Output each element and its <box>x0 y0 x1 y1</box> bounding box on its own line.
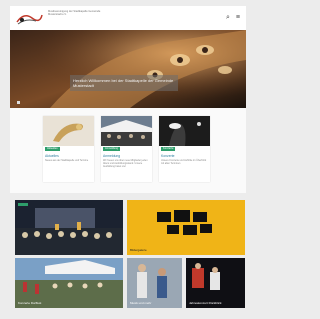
gallery-tile-2[interactable]: Bildergalerie <box>127 200 245 255</box>
page: Musikvereinigung der Stadtkapelle Gemein… <box>0 0 262 319</box>
hero-image <box>10 30 246 108</box>
site-logo[interactable] <box>14 10 44 26</box>
card-title[interactable]: Aktuelles <box>45 154 59 158</box>
gallery-tile-5[interactable]: Jahreskonzert Rückblick <box>186 258 245 308</box>
card-aktuelles[interactable]: Aktuelles Aktuelles Neues aus der Stadtk… <box>43 116 94 182</box>
saxophone-image <box>43 116 94 146</box>
card-text: Wir freuen uns über neue Mitglieder jede… <box>103 159 148 168</box>
site-name: Musikvereinigung der Stadtkapelle Gemein… <box>48 10 101 17</box>
card-anmeldung[interactable]: Anmeldung Anmeldung Wir freuen uns über … <box>101 116 152 182</box>
tent-event-image <box>101 116 152 146</box>
card-tag: Aktuelles <box>45 147 60 151</box>
card-title[interactable]: Konzerte <box>161 154 175 158</box>
hero-banner <box>10 30 246 108</box>
card-tag: Konzerte <box>161 147 176 151</box>
tile-tag <box>18 203 28 206</box>
feature-cards: Aktuelles Aktuelles Neues aus der Stadtk… <box>10 108 246 193</box>
card-tag: Anmeldung <box>103 147 121 151</box>
gallery-tile-1[interactable] <box>15 200 123 255</box>
tile-label: Musik und mehr <box>130 301 152 305</box>
gallery-tile-3[interactable]: Konzerte Dorffest <box>15 258 123 308</box>
tile-label: Bildergalerie <box>130 248 147 252</box>
card-konzerte[interactable]: Konzerte Konzerte Unsere Konzerte und Au… <box>159 116 210 182</box>
site-header: Musikvereinigung der Stadtkapelle Gemein… <box>10 6 246 30</box>
band-stage-image <box>15 200 123 255</box>
card-text: Neues aus der Stadtkapelle und Termine <box>45 159 89 162</box>
photo-frames-graphic <box>157 210 212 235</box>
hamburger-menu-icon[interactable]: ≡ <box>236 14 240 21</box>
welcome-caption: Herzlich Willkommen bei der Stadtkapelle… <box>70 75 178 91</box>
tile-label: Konzerte Dorffest <box>18 301 42 305</box>
gallery-tile-4[interactable]: Musik und mehr <box>127 258 182 308</box>
slider-dot[interactable] <box>17 101 20 104</box>
card-title[interactable]: Anmeldung <box>103 154 120 158</box>
card-text: Unsere Konzerte und Auftritte im Überbli… <box>161 159 207 165</box>
search-icon[interactable]: ⌕ <box>226 14 230 21</box>
gallery-grid: Bildergalerie Konzerte Dorffest Musik un… <box>10 200 246 312</box>
tile-label: Jahreskonzert Rückblick <box>189 301 222 305</box>
concert-image <box>159 116 210 146</box>
